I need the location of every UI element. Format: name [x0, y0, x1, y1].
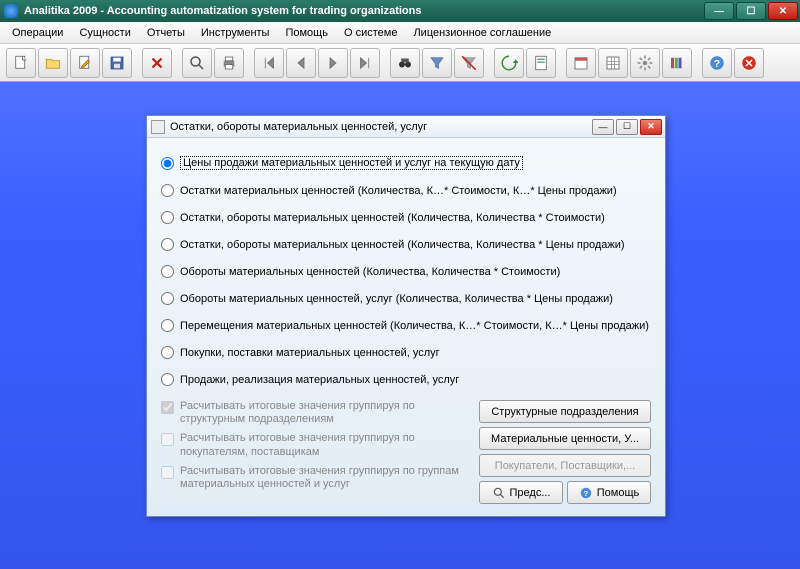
- radio-input-3[interactable]: [161, 238, 174, 251]
- dialog-minimize-button[interactable]: —: [592, 119, 614, 135]
- radio-input-6[interactable]: [161, 319, 174, 332]
- checkbox-row-buyers[interactable]: Расчитывать итоговые значения группируя …: [161, 432, 469, 458]
- dialog-maximize-button[interactable]: ☐: [616, 119, 638, 135]
- tool-last-icon[interactable]: [350, 48, 380, 78]
- toolbar: ?: [0, 44, 800, 82]
- radio-option-2[interactable]: Остатки, обороты материальных ценностей …: [161, 211, 651, 224]
- tool-open-icon[interactable]: [38, 48, 68, 78]
- radio-label-2: Остатки, обороты материальных ценностей …: [180, 212, 605, 224]
- radio-label-4: Обороты материальных ценностей (Количест…: [180, 266, 560, 278]
- radio-option-4[interactable]: Обороты материальных ценностей (Количест…: [161, 265, 651, 278]
- radio-input-4[interactable]: [161, 265, 174, 278]
- structures-button[interactable]: Структурные подразделения: [479, 400, 651, 423]
- app-title: Analitika 2009 - Accounting automatizati…: [24, 5, 702, 17]
- search-icon: [492, 486, 506, 500]
- tool-refresh-icon[interactable]: [494, 48, 524, 78]
- checkbox-label-2: Расчитывать итоговые значения группируя …: [180, 465, 469, 491]
- tool-edit-icon[interactable]: [70, 48, 100, 78]
- tool-binoculars-icon[interactable]: [390, 48, 420, 78]
- dialog-icon: [151, 120, 165, 134]
- menu-about[interactable]: О системе: [336, 24, 405, 42]
- checkbox-label-0: Расчитывать итоговые значения группируя …: [180, 400, 469, 426]
- dialog-close-button[interactable]: ✕: [640, 119, 662, 135]
- radio-label-3: Остатки, обороты материальных ценностей …: [180, 239, 625, 251]
- radio-option-8[interactable]: Продажи, реализация материальных ценност…: [161, 373, 651, 386]
- radio-option-0[interactable]: Цены продажи материальных ценностей и ус…: [161, 156, 651, 170]
- materials-button[interactable]: Материальные ценности, У...: [479, 427, 651, 450]
- menu-license[interactable]: Лицензионное соглашение: [405, 24, 559, 42]
- menu-entities[interactable]: Сущности: [71, 24, 138, 42]
- radio-label-0: Цены продажи материальных ценностей и ус…: [180, 156, 523, 170]
- radio-input-8[interactable]: [161, 373, 174, 386]
- radio-option-1[interactable]: Остатки материальных ценностей (Количест…: [161, 184, 651, 197]
- dialog-title: Остатки, обороты материальных ценностей,…: [170, 121, 592, 133]
- maximize-button[interactable]: ☐: [736, 2, 766, 20]
- radio-input-2[interactable]: [161, 211, 174, 224]
- tool-next-icon[interactable]: [318, 48, 348, 78]
- close-button[interactable]: ✕: [768, 2, 798, 20]
- dialog-titlebar: Остатки, обороты материальных ценностей,…: [147, 116, 665, 138]
- radio-label-7: Покупки, поставки материальных ценностей…: [180, 347, 440, 359]
- tool-print-icon[interactable]: [214, 48, 244, 78]
- minimize-button[interactable]: —: [704, 2, 734, 20]
- menu-help[interactable]: Помощь: [277, 24, 336, 42]
- tool-filter-icon[interactable]: [422, 48, 452, 78]
- radio-option-7[interactable]: Покупки, поставки материальных ценностей…: [161, 346, 651, 359]
- radio-option-6[interactable]: Перемещения материальных ценностей (Коли…: [161, 319, 651, 332]
- checkbox-groups[interactable]: [161, 466, 174, 479]
- tool-exit-icon[interactable]: [734, 48, 764, 78]
- main-window: Analitika 2009 - Accounting automatizati…: [0, 0, 800, 569]
- tool-prev-icon[interactable]: [286, 48, 316, 78]
- tool-calendar-icon[interactable]: [566, 48, 596, 78]
- radio-label-6: Перемещения материальных ценностей (Коли…: [180, 320, 649, 332]
- svg-text:?: ?: [583, 488, 588, 497]
- titlebar: Analitika 2009 - Accounting automatizati…: [0, 0, 800, 22]
- checkbox-row-structures[interactable]: Расчитывать итоговые значения группируя …: [161, 400, 469, 426]
- checkbox-structures[interactable]: [161, 401, 174, 414]
- radio-input-7[interactable]: [161, 346, 174, 359]
- tool-save-icon[interactable]: [102, 48, 132, 78]
- radio-option-5[interactable]: Обороты материальных ценностей, услуг (К…: [161, 292, 651, 305]
- help-icon: ?: [579, 486, 593, 500]
- radio-label-5: Обороты материальных ценностей, услуг (К…: [180, 293, 613, 305]
- menu-operations[interactable]: Операции: [4, 24, 71, 42]
- radio-label-1: Остатки материальных ценностей (Количест…: [180, 185, 617, 197]
- tool-search-icon[interactable]: [182, 48, 212, 78]
- tool-report-icon[interactable]: [526, 48, 556, 78]
- radio-input-5[interactable]: [161, 292, 174, 305]
- radio-option-3[interactable]: Остатки, обороты материальных ценностей …: [161, 238, 651, 251]
- tool-books-icon[interactable]: [662, 48, 692, 78]
- radio-input-0[interactable]: [161, 157, 174, 170]
- help-button[interactable]: ? Помощь: [567, 481, 651, 504]
- app-icon: [4, 4, 18, 18]
- tool-delete-icon[interactable]: [142, 48, 172, 78]
- menu-reports[interactable]: Отчеты: [139, 24, 193, 42]
- report-dialog: Остатки, обороты материальных ценностей,…: [146, 115, 666, 517]
- tool-first-icon[interactable]: [254, 48, 284, 78]
- menu-tools[interactable]: Инструменты: [193, 24, 278, 42]
- checkbox-buyers[interactable]: [161, 433, 174, 446]
- buyers-button: Покупатели, Поставщики,...: [479, 454, 651, 477]
- svg-text:?: ?: [714, 57, 720, 69]
- tool-help-icon[interactable]: ?: [702, 48, 732, 78]
- menubar: Операции Сущности Отчеты Инструменты Пом…: [0, 22, 800, 44]
- radio-label-8: Продажи, реализация материальных ценност…: [180, 374, 459, 386]
- radio-input-1[interactable]: [161, 184, 174, 197]
- tool-settings-icon[interactable]: [630, 48, 660, 78]
- checkbox-row-groups[interactable]: Расчитывать итоговые значения группируя …: [161, 465, 469, 491]
- tool-new-icon[interactable]: [6, 48, 36, 78]
- tool-grid-icon[interactable]: [598, 48, 628, 78]
- checkbox-label-1: Расчитывать итоговые значения группируя …: [180, 432, 469, 458]
- tool-clear-filter-icon[interactable]: [454, 48, 484, 78]
- preview-button[interactable]: Предс...: [479, 481, 563, 504]
